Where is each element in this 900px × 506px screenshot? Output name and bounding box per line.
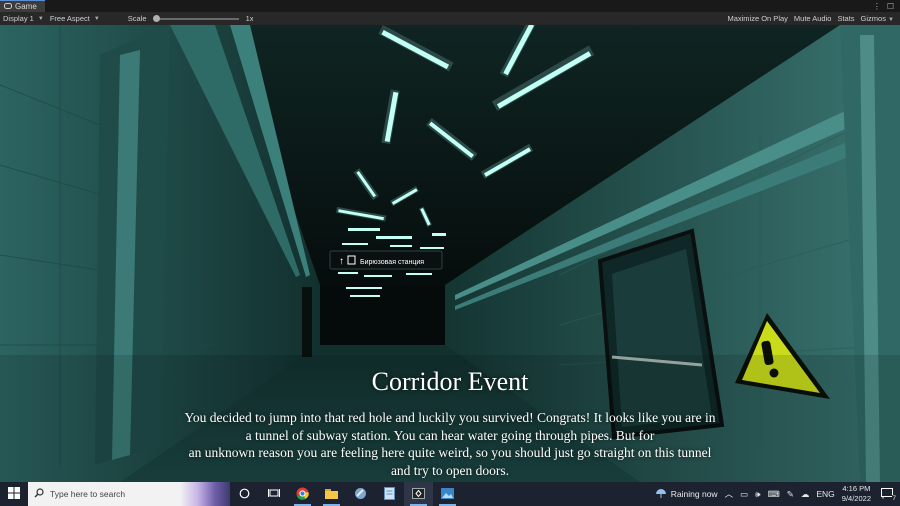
language-indicator[interactable]: ENG [816,489,834,499]
scale-slider-handle[interactable] [152,14,160,22]
scale-slider[interactable] [152,14,239,22]
taskbar-app-chrome[interactable] [288,482,317,506]
search-highlight-image [180,482,230,506]
scale-label: Scale [127,14,147,23]
gamepad-icon [4,2,12,11]
cortana-button[interactable] [230,482,259,506]
taskbar-app-explorer[interactable] [317,482,346,506]
clock[interactable]: 4:16 PM 9/4/2022 [842,484,871,504]
chrome-icon [296,487,309,502]
game-viewport[interactable]: ↑ Бирюзовая станция Corridor Event You d… [0,25,900,482]
weather-status[interactable]: Raining now [671,489,718,499]
more-options-icon[interactable]: ⋮ [873,2,881,11]
story-dialog: Corridor Event You decided to jump into … [0,365,900,479]
corridor-end [320,285,445,345]
tab-game-label: Game [15,2,37,11]
story-text-line: an unknown reason you are feeling here q… [188,445,712,460]
story-text: You decided to jump into that red hole a… [110,409,790,479]
gizmos-button[interactable]: Gizmos ▼ [861,14,894,23]
scale-value: 1x [245,14,254,23]
start-button[interactable] [0,482,28,506]
story-text-line: and try to open doors. [390,462,510,478]
clock-time: 4:16 PM [842,484,871,493]
maximize-window-icon[interactable]: ☐ [887,2,894,11]
tab-game[interactable]: Game [0,0,45,12]
folder-icon [325,488,338,501]
story-text-line: You decided to jump into that red hole a… [184,410,716,425]
image-icon [441,487,454,501]
chevron-down-icon: ▼ [37,15,44,22]
maximize-on-play-button[interactable]: Maximize On Play [727,14,787,23]
task-view-button[interactable] [259,482,288,506]
search-icon [34,488,44,500]
display-icon[interactable]: ⌨ [767,489,779,500]
story-text-line: a tunnel of subway station. You can hear… [245,427,655,443]
display-dropdown[interactable]: Display 1 ▼ [0,14,47,23]
network-icon[interactable]: ▭ [740,489,748,500]
search-input[interactable]: Type here to search [50,489,125,499]
notification-center-button[interactable]: 7 [878,486,896,502]
taskbar-app-notepad[interactable] [375,482,404,506]
chevron-up-icon[interactable]: ︿ [725,488,734,500]
pen-icon[interactable]: ✎ [787,489,794,500]
task-view-icon [267,488,280,500]
station-sign: ↑ Бирюзовая станция [329,250,443,270]
story-title: Corridor Event [371,367,529,396]
cortana-icon [239,488,250,501]
game-view-toolbar: Display 1 ▼ Free Aspect ▼ Scale 1x Maxim… [0,12,900,25]
up-arrow-icon: ↑ [339,256,344,267]
mute-audio-button[interactable]: Mute Audio [794,14,832,23]
clock-date: 9/4/2022 [841,494,871,503]
taskbar-app-pinned[interactable] [346,482,375,506]
station-sign-text: Бирюзовая станция [360,259,424,266]
volume-icon[interactable]: 🕪 [755,489,760,500]
taskbar-search[interactable]: Type here to search [28,482,230,506]
unity-icon [412,487,425,501]
scale-control: Scale 1x [125,14,257,23]
windows-logo-icon [8,487,20,501]
stats-button[interactable]: Stats [837,14,854,23]
document-icon [384,486,395,502]
aspect-label: Free Aspect [49,14,90,23]
weather-icon[interactable] [655,488,667,501]
system-tray: Raining now ︿ ▭ 🕪 ⌨ ✎ ☁ ENG 4:16 PM 9/4/… [655,484,900,504]
taskbar-app-unity[interactable] [404,482,433,506]
windows-taskbar: Type here to search Raining now ︿ ▭ 🕪 ⌨ … [0,482,900,506]
cloud-icon[interactable]: ☁ [801,489,810,500]
taskbar-app-photos[interactable] [433,482,462,506]
notification-icon [881,487,893,501]
chevron-down-icon: ▼ [93,15,100,22]
aspect-dropdown[interactable]: Free Aspect ▼ [47,14,103,23]
notification-count-badge: 7 [892,495,896,502]
left-door [302,287,312,357]
app-icon [354,487,367,502]
editor-tab-bar: Game ⋮ ☐ [0,0,900,12]
display-label: Display 1 [3,14,34,23]
